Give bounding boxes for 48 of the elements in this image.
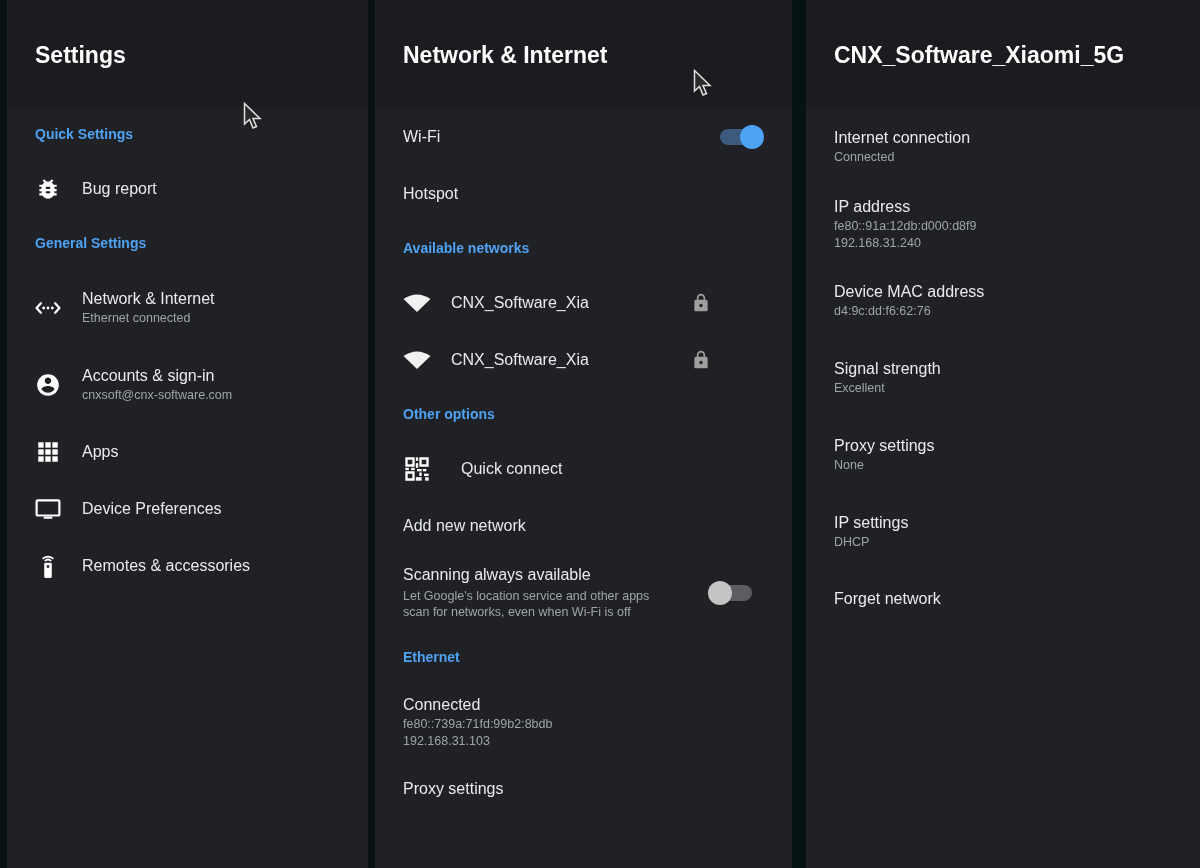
item-title[interactable]: IP address	[834, 196, 911, 217]
item-subtitle: d4:9c:dd:f6:62:76	[834, 303, 931, 319]
item-title[interactable]: Forget network	[834, 588, 941, 609]
item-subtitle: Connected	[834, 149, 895, 165]
section-heading: Ethernet	[403, 649, 460, 665]
item-title[interactable]: IP settings	[834, 513, 909, 533]
item-title[interactable]: Connected	[403, 694, 481, 715]
item-subtitle: Excellent	[834, 380, 885, 396]
item-subtitle: fe80::91a:12db:d000:d8f9	[834, 217, 977, 234]
item-title[interactable]: Proxy settings	[834, 436, 935, 456]
item-title[interactable]: CNX_Software_Xia	[451, 292, 589, 313]
mouse-cursor-icon	[693, 69, 713, 97]
wifi-icon	[403, 292, 431, 313]
item-subtitle: Ethernet connected	[82, 310, 191, 326]
item-title[interactable]: Wi-Fi	[403, 126, 441, 147]
item-subtitle: fe80::739a:71fd:99b2:8bdb	[403, 715, 553, 732]
section-heading: Available networks	[403, 240, 530, 256]
item-title[interactable]: Hotspot	[403, 183, 459, 204]
item-subtitle: 192.168.31.103	[403, 732, 490, 749]
section-heading: General Settings	[35, 235, 147, 251]
panel-title: Settings	[35, 40, 126, 69]
item-title[interactable]: Internet connection	[834, 128, 971, 148]
item-title[interactable]: Bug report	[82, 178, 157, 199]
item-title[interactable]: Scanning always available	[403, 565, 591, 585]
section-heading: Quick Settings	[35, 126, 134, 142]
account-icon	[35, 371, 61, 398]
item-title[interactable]: Device MAC address	[834, 282, 985, 302]
item-title[interactable]: Quick connect	[461, 458, 563, 479]
item-title[interactable]: CNX_Software_Xia	[451, 349, 589, 370]
item-title[interactable]: Proxy settings	[403, 778, 504, 799]
item-title[interactable]: Accounts & sign-in	[82, 366, 215, 386]
panel-title: Network & Internet	[403, 40, 608, 69]
item-subtitle: None	[834, 457, 864, 473]
item-subtitle: Let Google's location service and other apps scan for networks, even when Wi-Fi is off	[403, 588, 651, 620]
mouse-cursor-icon	[243, 102, 263, 130]
item-title[interactable]: Device Preferences	[82, 498, 222, 519]
qr-code-icon	[403, 454, 431, 483]
item-title[interactable]: Remotes & accessories	[82, 555, 251, 576]
item-title[interactable]: Network & Internet	[82, 289, 215, 309]
item-subtitle: cnxsoft@cnx-software.com	[82, 387, 233, 403]
section-heading: Other options	[403, 406, 495, 422]
item-subtitle: DHCP	[834, 534, 870, 550]
panel-title: CNX_Software_Xiaomi_5G	[834, 40, 1125, 69]
wifi-icon	[403, 349, 431, 370]
item-title[interactable]: Apps	[82, 441, 119, 462]
item-title[interactable]: Signal strength	[834, 359, 941, 379]
item-subtitle: 192.168.31.240	[834, 234, 921, 251]
item-title[interactable]: Add new network	[403, 515, 526, 536]
